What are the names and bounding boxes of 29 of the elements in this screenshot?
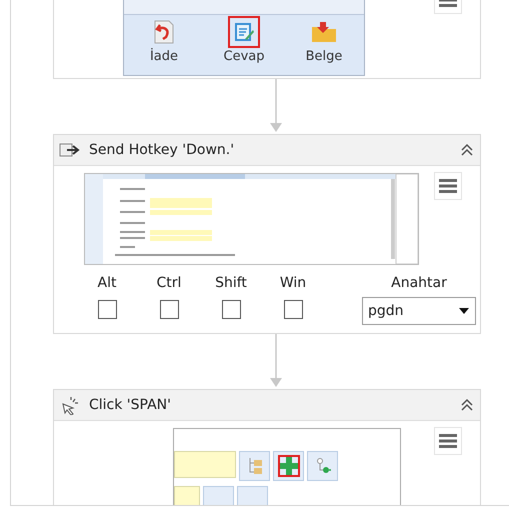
plus-icon	[280, 457, 298, 475]
tree-icon	[246, 457, 262, 475]
menu-icon	[439, 434, 457, 448]
menu-button[interactable]	[434, 427, 462, 455]
key-dropdown[interactable]: pgdn	[362, 297, 476, 325]
ribbon-button[interactable]: Belge	[294, 16, 354, 65]
checkbox-label: Win	[280, 275, 306, 291]
collapse-icon[interactable]	[460, 143, 474, 157]
document-edit-icon	[233, 21, 255, 43]
checkbox[interactable]	[160, 300, 178, 319]
collapse-icon[interactable]	[460, 398, 474, 412]
keyboard-send-icon	[59, 143, 81, 157]
activity-title: Send Hotkey 'Down.'	[89, 142, 236, 158]
ribbon-button[interactable]: Cevap	[214, 16, 274, 65]
activity-title: Click 'SPAN'	[89, 397, 172, 413]
undo-document-icon	[153, 20, 175, 44]
checkbox-label: Alt	[98, 275, 116, 291]
checkbox[interactable]	[284, 300, 302, 319]
checkbox-label: Shift	[215, 275, 247, 291]
node-icon	[314, 458, 330, 474]
menu-button[interactable]	[434, 172, 462, 200]
checkbox[interactable]	[98, 300, 116, 319]
ribbon-button[interactable]: İade	[134, 16, 194, 65]
dropdown-label: Anahtar	[391, 275, 447, 291]
caret-icon	[459, 308, 469, 314]
checkbox[interactable]	[222, 300, 240, 319]
checkbox-label: Ctrl	[156, 275, 182, 291]
folder-icon	[311, 21, 337, 43]
menu-icon	[439, 179, 457, 193]
